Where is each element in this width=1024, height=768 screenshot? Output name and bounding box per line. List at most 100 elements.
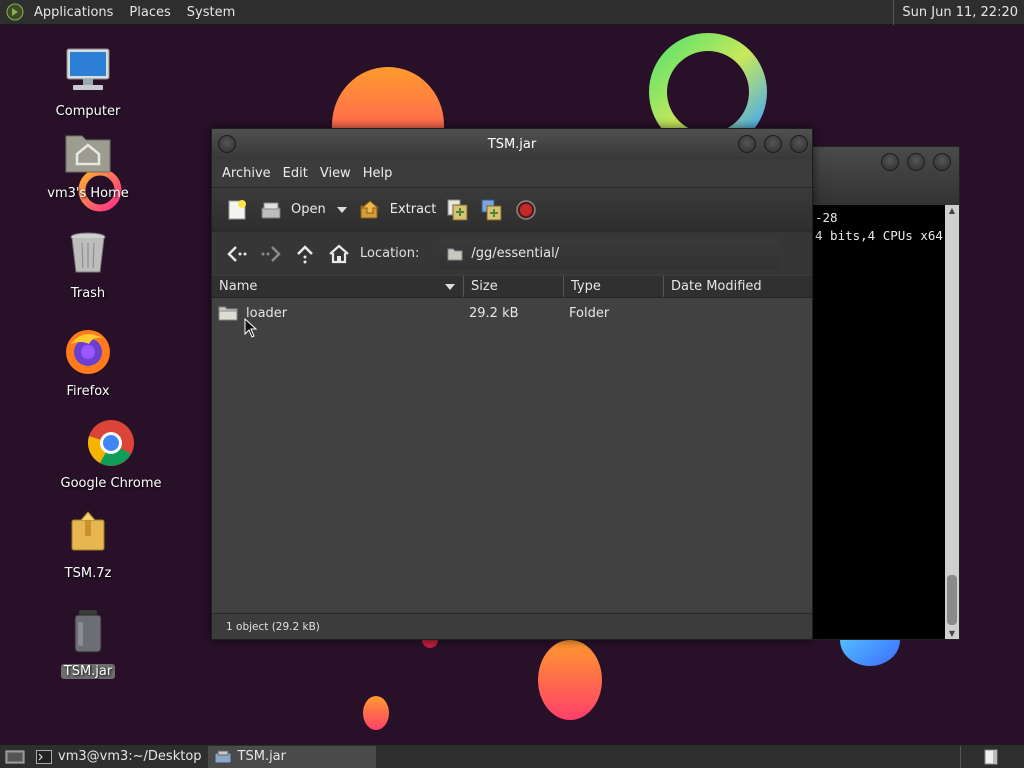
- desktop-icon-tsm-7z[interactable]: TSM.7z: [33, 508, 143, 581]
- stop-icon: [516, 199, 537, 220]
- open-dropdown-button[interactable]: [331, 194, 353, 226]
- show-desktop-icon: [5, 750, 25, 763]
- desktop-icon-firefox[interactable]: Firefox: [33, 326, 143, 399]
- add-files-button[interactable]: [441, 194, 475, 226]
- system-menu[interactable]: System: [179, 0, 243, 24]
- scroll-down-icon[interactable]: ▼: [945, 629, 959, 638]
- window-menu-button[interactable]: [218, 135, 236, 153]
- places-menu[interactable]: Places: [121, 0, 178, 24]
- home-button[interactable]: [322, 238, 356, 270]
- mouse-cursor-icon: [244, 318, 258, 338]
- chrome-icon: [87, 420, 134, 466]
- desktop-icon-label: Google Chrome: [60, 476, 162, 491]
- workspace-switcher[interactable]: [960, 746, 1020, 768]
- up-button[interactable]: [288, 238, 322, 270]
- extract-icon: [360, 199, 380, 218]
- window-title: TSM.jar: [487, 136, 537, 152]
- computer-icon: [66, 48, 110, 90]
- location-field[interactable]: /gg/essential/: [439, 238, 780, 269]
- taskbar-item-label: TSM.jar: [237, 749, 286, 764]
- desktop-icon-chrome[interactable]: Google Chrome: [56, 418, 166, 491]
- new-archive-button[interactable]: [220, 194, 254, 226]
- stop-button[interactable]: [509, 194, 543, 226]
- open-folder-icon: [261, 202, 281, 218]
- open-button[interactable]: Open: [254, 194, 331, 226]
- forward-button[interactable]: [254, 238, 288, 270]
- archive-icon: [71, 511, 105, 551]
- file-row[interactable]: loader 29.2 kB Folder: [212, 298, 812, 328]
- desktop-icon-label: Firefox: [66, 384, 110, 399]
- desktop-icon-home[interactable]: vm3's Home: [33, 128, 143, 201]
- up-arrow-icon: [297, 244, 313, 263]
- terminal-titlebar[interactable]: [801, 147, 959, 205]
- archive-manager-icon: [214, 750, 232, 763]
- scrollbar-thumb[interactable]: [947, 575, 957, 625]
- desktop-icon-label: Computer: [55, 104, 121, 119]
- minimize-button[interactable]: [881, 153, 899, 171]
- desktop-icon-label: vm3's Home: [47, 186, 129, 201]
- back-arrow-icon: [227, 245, 247, 262]
- taskbar-item-label: vm3@vm3:~/Desktop: [58, 749, 202, 764]
- terminal-scrollbar[interactable]: ▲ ▼: [945, 205, 959, 639]
- back-button[interactable]: [220, 238, 254, 270]
- taskbar-item-tsm-jar[interactable]: TSM.jar: [207, 745, 376, 768]
- desktop-icon-label: Trash: [70, 286, 106, 301]
- folder-icon: [447, 248, 463, 260]
- folder-icon: [218, 306, 238, 321]
- file-size: 29.2 kB: [469, 305, 519, 321]
- jar-icon: [74, 610, 102, 653]
- home-folder-icon: [65, 135, 111, 173]
- menu-view[interactable]: View: [314, 166, 357, 181]
- scroll-up-icon[interactable]: ▲: [945, 206, 959, 215]
- desktop-icon-computer[interactable]: Computer: [33, 46, 143, 119]
- extract-button-label: Extract: [389, 202, 437, 217]
- menu-help[interactable]: Help: [357, 166, 399, 181]
- forward-arrow-icon: [261, 245, 281, 262]
- terminal-line: -28: [815, 210, 838, 225]
- column-header-label: Name: [219, 279, 258, 294]
- new-document-icon: [228, 199, 246, 219]
- close-button[interactable]: [790, 135, 808, 153]
- trash-icon: [70, 232, 106, 273]
- toolbar: Open Extract: [212, 187, 812, 231]
- firefox-icon: [66, 330, 110, 374]
- open-button-label: Open: [291, 202, 326, 217]
- workspace-icon: [984, 749, 997, 765]
- bottom-panel: vm3@vm3:~/Desktop TSM.jar: [0, 744, 1024, 768]
- column-headers: Name Size Type Date Modified: [212, 276, 812, 298]
- menu-archive[interactable]: Archive: [216, 166, 277, 181]
- file-type: Folder: [569, 305, 610, 321]
- column-header-label: Size: [471, 279, 498, 294]
- minimize-button[interactable]: [738, 135, 756, 153]
- extract-button[interactable]: Extract: [353, 194, 442, 226]
- chevron-down-icon: [336, 206, 347, 213]
- mate-logo-icon[interactable]: [6, 3, 24, 21]
- clock[interactable]: Sun Jun 11, 22:20: [893, 0, 1020, 25]
- close-button[interactable]: [933, 153, 951, 171]
- desktop-icon-tsm-jar[interactable]: TSM.jar: [33, 606, 143, 679]
- status-text: 1 object (29.2 kB): [226, 620, 320, 633]
- window-titlebar[interactable]: TSM.jar: [212, 129, 812, 159]
- file-list[interactable]: Name Size Type Date Modified loader 29.2…: [212, 276, 812, 612]
- column-header-name[interactable]: Name: [212, 276, 464, 297]
- column-header-size[interactable]: Size: [464, 276, 564, 297]
- desktop-icon-label: TSM.7z: [64, 566, 112, 581]
- maximize-button[interactable]: [907, 153, 925, 171]
- add-folder-icon: [481, 199, 502, 220]
- sort-descending-icon: [445, 284, 455, 290]
- location-path: /gg/essential/: [471, 246, 560, 261]
- column-header-date-modified[interactable]: Date Modified: [664, 276, 812, 297]
- add-folder-button[interactable]: [475, 194, 509, 226]
- location-label: Location:: [360, 246, 420, 261]
- maximize-button[interactable]: [764, 135, 782, 153]
- terminal-window[interactable]: -28 4 bits,4 CPUs x64 ▲ ▼: [800, 146, 960, 640]
- taskbar-item-terminal[interactable]: vm3@vm3:~/Desktop: [30, 746, 208, 768]
- archive-manager-window[interactable]: TSM.jar Archive Edit View Help Open Extr…: [211, 128, 813, 640]
- applications-menu[interactable]: Applications: [26, 0, 121, 24]
- show-desktop-button[interactable]: [0, 746, 30, 768]
- column-header-type[interactable]: Type: [564, 276, 664, 297]
- terminal-line: 4 bits,4 CPUs x64: [815, 228, 943, 243]
- terminal-output[interactable]: -28 4 bits,4 CPUs x64: [801, 205, 946, 639]
- menu-edit[interactable]: Edit: [277, 166, 314, 181]
- desktop-icon-trash[interactable]: Trash: [33, 228, 143, 301]
